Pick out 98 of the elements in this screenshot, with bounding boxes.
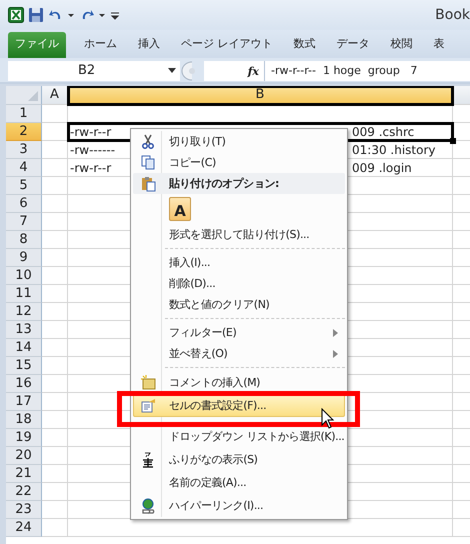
grid-cell[interactable]: [42, 321, 68, 339]
format-cells-icon: [140, 398, 156, 414]
file-tab[interactable]: ファイル: [8, 32, 66, 58]
row-header[interactable]: 23: [6, 501, 42, 519]
grid-cell[interactable]: [42, 375, 68, 393]
row-header[interactable]: 12: [6, 303, 42, 321]
grid-cell[interactable]: [42, 483, 68, 501]
row-header[interactable]: 18: [6, 411, 42, 429]
scissors-icon: [140, 134, 156, 150]
row-header[interactable]: 8: [6, 231, 42, 249]
submenu-arrow-icon: [333, 329, 338, 337]
menu-item[interactable]: ハイパーリンク(I)...: [133, 494, 345, 517]
grid-cell[interactable]: [42, 303, 68, 321]
column-header[interactable]: A: [42, 86, 68, 105]
row-header[interactable]: 2: [6, 123, 42, 141]
ribbon-tab[interactable]: ホーム: [84, 33, 117, 58]
excel-app-icon[interactable]: [8, 7, 24, 23]
grid-cell[interactable]: [42, 105, 68, 123]
clipboard-icon: [140, 176, 156, 192]
grid-cell[interactable]: [42, 213, 68, 231]
menu-item[interactable]: 数式と値のクリア(N): [133, 294, 345, 315]
fill-handle-icon: [450, 138, 456, 144]
row-header[interactable]: 7: [6, 213, 42, 231]
menu-item[interactable]: 削除(D)...: [133, 273, 345, 294]
row-header[interactable]: 5: [6, 177, 42, 195]
grid-cell[interactable]: [42, 519, 68, 537]
paste-option-button[interactable]: A: [169, 197, 191, 221]
row-header[interactable]: 16: [6, 375, 42, 393]
furigana-icon: [140, 452, 156, 468]
menu-item[interactable]: コメントの挿入(M): [133, 371, 345, 394]
globe-link-icon: [140, 498, 156, 514]
row-header[interactable]: 19: [6, 429, 42, 447]
submenu-arrow-icon: [333, 350, 338, 358]
row-header[interactable]: 24: [6, 519, 42, 537]
grid-cell[interactable]: [42, 231, 68, 249]
menu-item[interactable]: セルの書式設定(F)...: [133, 394, 345, 417]
cell-text: 009 .login: [352, 160, 412, 177]
select-all-icon[interactable]: [28, 91, 38, 101]
row-header[interactable]: 11: [6, 285, 42, 303]
insert-function-button[interactable]: fx: [248, 64, 259, 78]
row-header[interactable]: 17: [6, 393, 42, 411]
menu-item[interactable]: フィルター(E): [133, 322, 345, 343]
grid-cell[interactable]: [42, 141, 68, 159]
row-header[interactable]: 3: [6, 141, 42, 159]
window-title: Book: [435, 6, 470, 24]
copy-icon: [140, 154, 156, 170]
row-header[interactable]: 20: [6, 447, 42, 465]
grid-cell[interactable]: [42, 159, 68, 177]
menu-section-title: 貼り付けのオプション:: [168, 176, 279, 190]
grid-cell[interactable]: [42, 411, 68, 429]
ribbon-tab[interactable]: ページ レイアウト: [181, 33, 272, 58]
save-icon[interactable]: [28, 7, 44, 23]
row-header[interactable]: 22: [6, 483, 42, 501]
menu-item[interactable]: ドロップダウン リストから選択(K)...: [133, 425, 345, 448]
column-header[interactable]: B: [68, 86, 453, 105]
comment-icon: [140, 374, 156, 390]
grid-cell[interactable]: [42, 429, 68, 447]
grid-cell[interactable]: [42, 339, 68, 357]
name-box[interactable]: B2: [8, 61, 180, 81]
grid-cell[interactable]: [42, 393, 68, 411]
row-header[interactable]: 1: [6, 105, 42, 123]
cell-text: -rw------: [70, 142, 116, 159]
grid-cell[interactable]: [42, 501, 68, 519]
column-header[interactable]: [453, 86, 470, 105]
cell-text: 009 .cshrc: [352, 124, 414, 141]
menu-item[interactable]: コピー(C): [133, 152, 345, 173]
ribbon-tab[interactable]: 数式: [294, 33, 316, 58]
name-box-text: B2: [78, 62, 96, 80]
grid-cell[interactable]: [42, 249, 68, 267]
menu-item[interactable]: ふりがなの表示(S): [133, 448, 345, 471]
cell-text: -rw-r--r: [70, 124, 112, 141]
row-header[interactable]: 21: [6, 465, 42, 483]
ribbon-tab[interactable]: 校閲: [390, 33, 412, 58]
cell-text: -rw-r--r: [70, 160, 112, 177]
grid-cell[interactable]: [42, 267, 68, 285]
row-header[interactable]: 6: [6, 195, 42, 213]
row-header[interactable]: 9: [6, 249, 42, 267]
menu-item[interactable]: 挿入(I)...: [133, 252, 345, 273]
menu-item[interactable]: 形式を選択して貼り付け(S)...: [133, 224, 345, 245]
dropdown-caret-icon[interactable]: [168, 68, 176, 74]
grid-cell[interactable]: [42, 465, 68, 483]
mouse-cursor-icon: [321, 408, 335, 430]
row-header[interactable]: 14: [6, 339, 42, 357]
grid-cell[interactable]: [42, 447, 68, 465]
cell-text: 01:30 .history: [352, 142, 436, 159]
ribbon-tab[interactable]: データ: [336, 33, 370, 58]
row-header[interactable]: 15: [6, 357, 42, 375]
row-header[interactable]: 4: [6, 159, 42, 177]
grid-cell[interactable]: [42, 195, 68, 213]
row-header[interactable]: 10: [6, 267, 42, 285]
grid-cell[interactable]: [42, 285, 68, 303]
grid-cell[interactable]: [42, 177, 68, 195]
ribbon-tab[interactable]: 挿入: [138, 33, 160, 58]
menu-item[interactable]: 名前の定義(A)...: [133, 471, 345, 494]
row-header[interactable]: 13: [6, 321, 42, 339]
grid-cell[interactable]: [42, 357, 68, 375]
ribbon-tab[interactable]: 表: [434, 33, 444, 58]
menu-item[interactable]: 並べ替え(O): [133, 343, 345, 364]
